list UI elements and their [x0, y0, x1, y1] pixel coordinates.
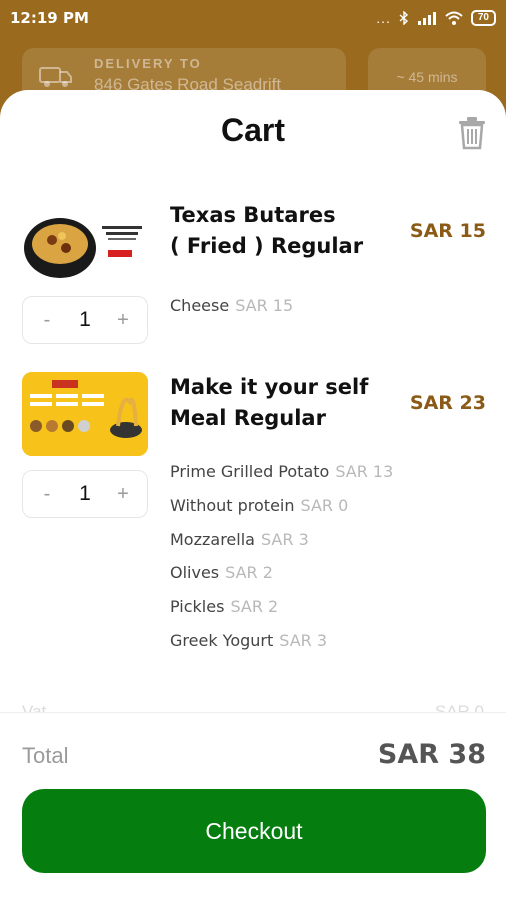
- item-option: Greek Yogurt SAR 3: [170, 631, 327, 650]
- quantity-value: 1: [79, 308, 91, 331]
- status-time: 12:19 PM: [10, 9, 89, 27]
- item-option: Without protein SAR 0: [170, 496, 348, 515]
- item-option: Pickles SAR 2: [170, 597, 278, 616]
- quantity-value: 1: [79, 482, 91, 505]
- item-name: Texas Butares ( Fried ) Regular: [170, 200, 390, 262]
- item-name: Make it your self Meal Regular: [170, 372, 390, 434]
- item-price: SAR 23: [409, 392, 486, 414]
- option-name: Greek Yogurt: [170, 631, 274, 650]
- eta-text: ~ 45 mins: [396, 69, 458, 85]
- status-icons: ... 70: [376, 10, 496, 26]
- checkout-button[interactable]: Checkout: [22, 789, 486, 873]
- option-name: Olives: [170, 563, 220, 582]
- item-price: SAR 15: [409, 220, 486, 242]
- total-label: Total: [22, 743, 69, 768]
- item-name-line1: Texas Butares: [170, 203, 336, 227]
- decrease-button[interactable]: -: [37, 483, 57, 506]
- quantity-stepper: - 1 +: [22, 470, 148, 518]
- delivery-label: DELIVERY TO: [94, 56, 202, 71]
- status-bar: 12:19 PM ... 70: [0, 0, 506, 36]
- option-name: Without protein: [170, 496, 295, 515]
- option-name: Cheese: [170, 296, 230, 315]
- item-option: Prime Grilled Potato SAR 13: [170, 462, 393, 481]
- increase-button[interactable]: +: [113, 309, 133, 332]
- item-name-line2: Meal Regular: [170, 406, 326, 430]
- option-name: Pickles: [170, 597, 225, 616]
- item-option: Cheese SAR 15: [170, 296, 293, 315]
- option-name: Prime Grilled Potato: [170, 462, 330, 481]
- meal-image: [22, 372, 148, 456]
- more-dots: ...: [376, 10, 391, 26]
- cart-item: Texas Butares ( Fried ) Regular SAR 15 -…: [0, 200, 506, 350]
- option-price: SAR 15: [235, 296, 294, 315]
- signal-icon: [417, 12, 436, 25]
- item-option: Mozzarella SAR 3: [170, 530, 309, 549]
- option-price: SAR 2: [230, 597, 279, 616]
- delivery-truck-icon: [39, 67, 72, 87]
- cart-item: Make it your self Meal Regular SAR 23 - …: [0, 372, 506, 672]
- battery-icon: 70: [470, 10, 496, 26]
- option-price: SAR 3: [260, 530, 309, 549]
- total-value: SAR 38: [377, 739, 486, 770]
- trash-icon[interactable]: [456, 116, 488, 150]
- item-image: [22, 372, 148, 456]
- page-title: Cart: [220, 112, 285, 148]
- cart-sheet: Cart Texas Butares ( Fried ) Regular SAR…: [0, 90, 506, 900]
- quantity-stepper: - 1 +: [22, 296, 148, 344]
- decrease-button[interactable]: -: [37, 309, 57, 332]
- item-image: [22, 204, 148, 288]
- item-name-line2: ( Fried ) Regular: [170, 234, 364, 258]
- bluetooth-icon: [399, 11, 408, 25]
- option-price: SAR 0: [300, 496, 349, 515]
- fries-image: [24, 218, 142, 278]
- item-name-line1: Make it your self: [170, 375, 369, 399]
- option-price: SAR 3: [279, 631, 328, 650]
- increase-button[interactable]: +: [113, 483, 133, 506]
- option-name: Mozzarella: [170, 530, 255, 549]
- item-option: Olives SAR 2: [170, 563, 273, 582]
- option-price: SAR 13: [335, 462, 394, 481]
- checkout-footer: Total SAR 38 Checkout: [0, 712, 506, 900]
- wifi-icon: [445, 11, 463, 25]
- option-price: SAR 2: [225, 563, 273, 582]
